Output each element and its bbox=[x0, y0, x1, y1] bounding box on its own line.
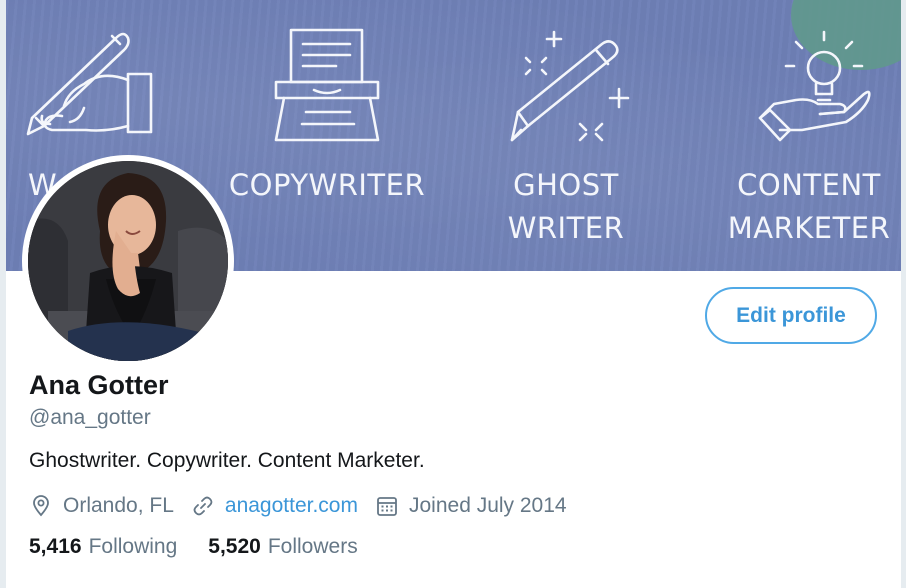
banner-label-copywriter: COPYWRITER bbox=[228, 168, 426, 202]
hand-lightbulb-icon bbox=[758, 30, 871, 142]
followers-link[interactable]: 5,520 Followers bbox=[208, 535, 357, 559]
edit-profile-button[interactable]: Edit profile bbox=[705, 287, 877, 344]
calendar-icon bbox=[375, 494, 399, 518]
avatar[interactable] bbox=[22, 155, 234, 367]
profile-meta: Orlando, FL anagotter.com Joined July 20… bbox=[29, 491, 567, 521]
link-icon bbox=[191, 494, 215, 518]
banner-label-marketer: MARKETER bbox=[727, 211, 891, 245]
website-link[interactable]: anagotter.com bbox=[225, 494, 358, 518]
followers-count: 5,520 bbox=[208, 535, 261, 558]
follow-stats: 5,416 Following 5,520 Followers bbox=[29, 535, 389, 559]
pencil-sparkle-icon bbox=[510, 30, 630, 142]
banner-label-content: CONTENT bbox=[737, 168, 881, 202]
avatar-photo bbox=[28, 161, 228, 361]
location-pin-icon bbox=[29, 494, 53, 518]
display-name: Ana Gotter bbox=[29, 370, 169, 400]
followers-label: Followers bbox=[267, 535, 358, 558]
user-handle: @ana_gotter bbox=[29, 406, 151, 429]
joined-date: Joined July 2014 bbox=[408, 494, 567, 517]
profile-bio: Ghostwriter. Copywriter. Content Markete… bbox=[29, 449, 425, 472]
hand-writing-icon bbox=[26, 32, 153, 136]
location-text: Orlando, FL bbox=[63, 494, 174, 517]
typewriter-icon bbox=[274, 28, 380, 142]
following-count: 5,416 bbox=[29, 535, 82, 558]
following-label: Following bbox=[88, 535, 178, 558]
banner-label-writer-2: WRITER bbox=[507, 211, 625, 245]
right-border bbox=[901, 0, 906, 588]
following-link[interactable]: 5,416 Following bbox=[29, 535, 177, 559]
profile-card: W COPYWRITER GHOST WRITER CONTENT MARKET… bbox=[0, 0, 906, 588]
banner-label-ghost: GHOST bbox=[513, 168, 619, 202]
